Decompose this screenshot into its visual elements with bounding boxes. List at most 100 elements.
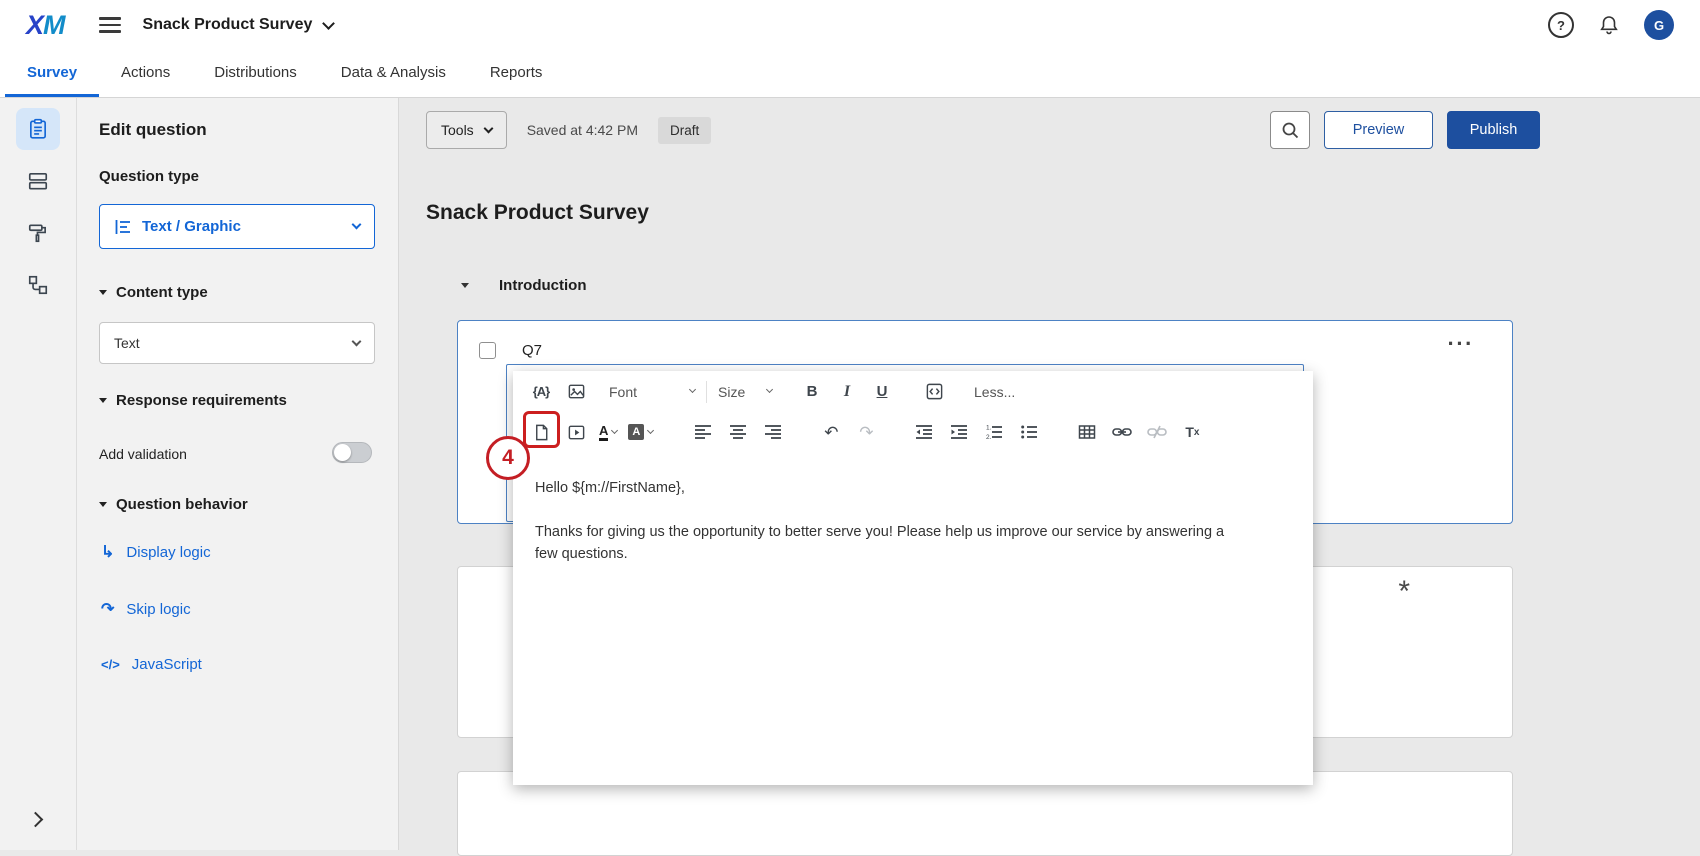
content-type-section-header[interactable]: Content type [99,284,208,301]
insert-file-button[interactable] [529,419,553,445]
search-icon [1280,120,1300,140]
survey-name-menu[interactable]: Snack Product Survey [143,16,334,34]
text-graphic-icon [114,218,132,236]
chevron-down-icon [766,386,773,393]
chevron-down-icon [322,17,335,30]
skip-logic-icon: ↷ [101,599,114,619]
blocks-icon [27,170,49,192]
insert-link-button[interactable] [1110,419,1134,445]
status-badge: Draft [658,117,711,144]
content-type-dropdown[interactable]: Text [99,322,375,364]
publish-button[interactable]: Publish [1447,111,1540,149]
insert-table-button[interactable] [1075,419,1099,445]
primary-nav: Survey Actions Distributions Data & Anal… [0,50,1700,98]
toolbar-divider [706,381,707,403]
top-app-bar: XM Snack Product Survey ? G [0,0,1700,50]
rail-item-survey-flow[interactable] [16,264,60,306]
tab-actions[interactable]: Actions [99,50,192,97]
preview-button[interactable]: Preview [1324,111,1433,149]
chevron-down-icon [483,123,493,133]
notifications-bell-icon[interactable] [1598,14,1620,36]
toggle-knob [334,444,351,461]
background-color-letter: A [628,424,644,440]
survey-name-label: Snack Product Survey [143,16,313,34]
bold-button[interactable]: B [800,379,824,405]
hamburger-menu-icon[interactable] [99,13,121,37]
search-button[interactable] [1270,111,1310,149]
font-dropdown-label: Font [609,384,637,400]
numbered-list-button[interactable]: 1.2. [982,419,1006,445]
logo-x: X [26,10,43,40]
rail-item-survey-builder[interactable] [16,108,60,150]
rte-content-area[interactable]: Hello ${m://FirstName}, Thanks for givin… [513,452,1269,565]
underline-button[interactable]: U [870,379,894,405]
chevron-down-icon [689,386,696,393]
block-title[interactable]: Introduction [499,277,586,294]
skip-logic-label: Skip logic [126,601,190,618]
skip-logic-link[interactable]: ↷ Skip logic [101,599,191,619]
collapse-triangle-icon [99,398,107,403]
question-type-dropdown[interactable]: Text / Graphic [99,204,375,249]
survey-builder-icon [27,118,49,140]
question-options-ellipsis[interactable]: ··· [1448,331,1474,357]
bulleted-list-button[interactable] [1017,419,1041,445]
display-logic-link[interactable]: ↳ Display logic [101,542,211,562]
background-color-button[interactable]: A [628,424,653,440]
increase-indent-button[interactable] [947,419,971,445]
clear-formatting-button[interactable]: Tx [1180,419,1204,445]
javascript-link[interactable]: </> JavaScript [101,656,202,673]
rte-toolbar-row-2: A A ↶ ↷ [513,412,1313,452]
question-type-label: Question type [99,168,199,185]
block-collapse-triangle-icon[interactable] [461,283,469,288]
question-behavior-section-header[interactable]: Question behavior [99,496,248,513]
decrease-indent-button[interactable] [912,419,936,445]
align-right-button[interactable] [761,419,785,445]
source-code-button[interactable] [922,379,946,405]
tab-reports[interactable]: Reports [468,50,565,97]
response-requirements-section-header[interactable]: Response requirements [99,392,287,409]
tab-data-analysis[interactable]: Data & Analysis [319,50,468,97]
svg-text:2.: 2. [986,434,992,440]
block-header: Introduction [461,277,586,294]
tools-label: Tools [441,122,474,138]
undo-button[interactable]: ↶ [819,419,843,445]
chevron-down-icon [352,336,362,346]
chevron-down-icon [647,426,654,433]
align-left-button[interactable] [691,419,715,445]
display-logic-icon: ↳ [101,542,114,562]
tools-button[interactable]: Tools [426,111,507,149]
toolbar-less-toggle[interactable]: Less... [974,384,1015,400]
survey-flow-icon [27,274,49,296]
survey-canvas: Tools Saved at 4:42 PM Draft Preview Pub… [399,98,1700,850]
content-type-label: Content type [116,284,208,301]
expand-rail-chevron-icon[interactable] [30,812,41,830]
question-id: Q7 [522,342,542,359]
remove-link-button[interactable] [1145,419,1169,445]
align-center-button[interactable] [726,419,750,445]
question-checkbox[interactable] [479,342,496,359]
piped-text-button[interactable]: {A} [529,379,553,405]
font-dropdown[interactable]: Font [609,384,695,400]
help-icon[interactable]: ? [1548,12,1574,38]
canvas-action-bar-left: Tools Saved at 4:42 PM Draft [426,111,711,149]
add-validation-toggle[interactable] [332,442,372,463]
text-color-button[interactable]: A [599,424,617,441]
user-avatar[interactable]: G [1644,10,1674,40]
rail-item-look-feel[interactable] [16,212,60,254]
chevron-down-icon [611,426,618,433]
page-title: Snack Product Survey [426,201,649,225]
javascript-icon: </> [101,657,120,672]
insert-image-button[interactable] [564,379,588,405]
text-color-letter: A [599,424,608,441]
canvas-action-bar-right: Preview Publish [1270,111,1540,149]
rail-item-blocks[interactable] [16,160,60,202]
tab-distributions[interactable]: Distributions [192,50,319,97]
redo-button[interactable]: ↷ [854,419,878,445]
add-validation-label: Add validation [99,446,187,462]
italic-button[interactable]: I [835,379,859,405]
paint-roller-icon [27,222,49,244]
tab-survey[interactable]: Survey [5,50,99,97]
required-asterisk: * [1398,575,1410,609]
insert-media-button[interactable] [564,419,588,445]
size-dropdown[interactable]: Size [718,384,772,400]
